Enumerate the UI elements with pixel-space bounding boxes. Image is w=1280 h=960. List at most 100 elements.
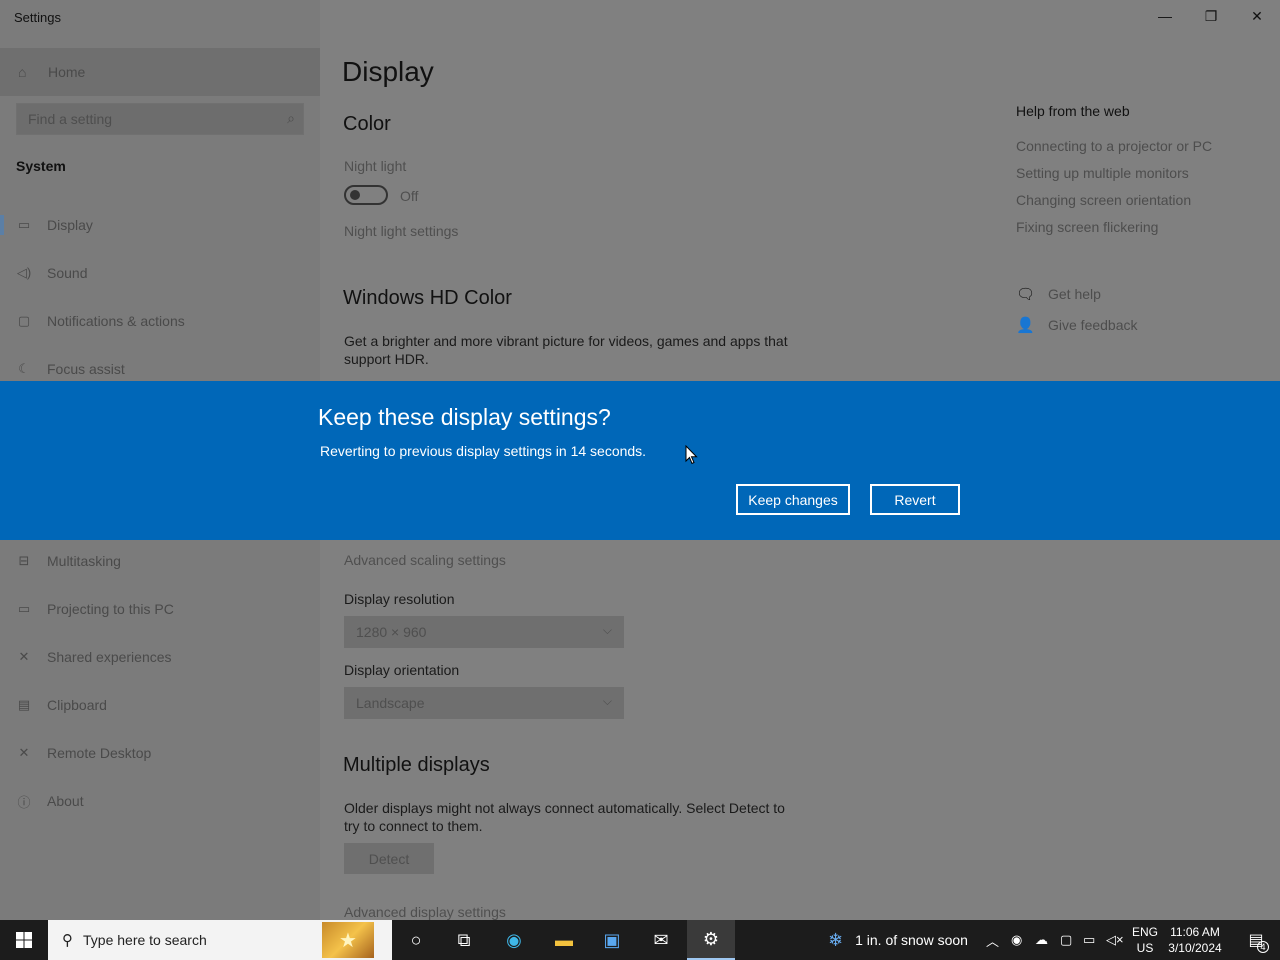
sidebar-item-shared-experiences[interactable]: ✕ Shared experiences bbox=[0, 637, 320, 677]
remote-desktop-icon: ✕ bbox=[18, 745, 30, 760]
sidebar-item-label: Projecting to this PC bbox=[47, 601, 174, 617]
orientation-value: Landscape bbox=[356, 695, 425, 711]
dialog-message: Reverting to previous display settings i… bbox=[320, 443, 647, 459]
sidebar-item-label: Clipboard bbox=[47, 697, 107, 713]
search-icon: ⚲ bbox=[62, 932, 73, 949]
restore-icon[interactable]: ❐ bbox=[1188, 0, 1234, 32]
feedback-icon: 👤 bbox=[1016, 317, 1035, 334]
search-icon: ⌕ bbox=[287, 110, 295, 126]
settings-gear-icon[interactable]: ⚙ bbox=[687, 920, 735, 960]
hdr-description-line-2: support HDR. bbox=[344, 351, 429, 367]
show-hidden-icons-chevron-icon[interactable]: ︿ bbox=[986, 920, 999, 960]
taskbar-search-placeholder: Type here to search bbox=[83, 932, 207, 948]
night-light-toggle[interactable] bbox=[344, 185, 388, 205]
sidebar-item-label: Display bbox=[47, 217, 93, 233]
find-setting-placeholder: Find a setting bbox=[28, 111, 113, 127]
keep-display-settings-dialog: Keep these display settings? Reverting t… bbox=[0, 381, 1280, 540]
minimize-icon[interactable]: — bbox=[1142, 0, 1188, 32]
window-controls: — ❐ ✕ bbox=[1142, 0, 1280, 32]
start-button[interactable] bbox=[0, 920, 48, 960]
orientation-label: Display orientation bbox=[344, 662, 460, 678]
keep-changes-button[interactable]: Keep changes bbox=[736, 484, 850, 515]
clock-date: 3/10/2024 bbox=[1168, 941, 1222, 955]
record-icon[interactable]: ◉ bbox=[1011, 920, 1022, 960]
sidebar-item-label: Shared experiences bbox=[47, 649, 172, 665]
sidebar-home[interactable]: ⌂ Home bbox=[0, 48, 320, 96]
close-icon[interactable]: ✕ bbox=[1234, 0, 1280, 32]
dialog-title: Keep these display settings? bbox=[318, 404, 611, 430]
meet-now-icon[interactable]: ▢ bbox=[1060, 920, 1072, 960]
edge-browser-icon[interactable]: ◉ bbox=[490, 920, 538, 960]
monitor-icon: ▭ bbox=[17, 217, 31, 232]
resolution-label: Display resolution bbox=[344, 591, 455, 607]
section-system: System bbox=[16, 158, 66, 174]
onedrive-off-icon[interactable]: ☁ bbox=[1035, 920, 1048, 960]
mouse-cursor-icon bbox=[685, 445, 698, 465]
multiple-displays-heading: Multiple displays bbox=[343, 754, 490, 776]
sidebar-item-notifications[interactable]: ▢ Notifications & actions bbox=[0, 301, 320, 341]
sidebar-item-multitasking[interactable]: ⊟ Multitasking bbox=[0, 541, 320, 581]
sidebar-item-label: Multitasking bbox=[47, 553, 121, 569]
help-title: Help from the web bbox=[1016, 103, 1130, 119]
page-title: Display bbox=[342, 56, 434, 87]
sidebar-item-about[interactable]: ⓘ About bbox=[0, 781, 320, 821]
taskbar-search-box[interactable]: ⚲ Type here to search ★ bbox=[48, 920, 392, 960]
home-label: Home bbox=[48, 64, 86, 80]
give-feedback-link[interactable]: Give feedback bbox=[1048, 317, 1138, 333]
search-highlight-image[interactable]: ★ bbox=[322, 922, 374, 958]
sidebar-item-label: Notifications & actions bbox=[47, 313, 185, 329]
moon-icon: ☾ bbox=[18, 361, 30, 376]
microsoft-store-icon[interactable]: ▣ bbox=[588, 920, 636, 960]
night-light-label: Night light bbox=[344, 158, 407, 174]
sidebar-item-projecting[interactable]: ▭ Projecting to this PC bbox=[0, 589, 320, 629]
cortana-icon[interactable]: ○ bbox=[392, 920, 440, 960]
multitasking-icon: ⊟ bbox=[18, 553, 30, 568]
resolution-select[interactable]: 1280 × 960 ⌵ bbox=[344, 616, 624, 648]
sidebar-item-sound[interactable]: ◁) Sound bbox=[0, 253, 320, 293]
projector-icon: ▭ bbox=[17, 601, 31, 616]
sidebar-item-label: Remote Desktop bbox=[47, 745, 152, 761]
windows-logo-icon bbox=[16, 932, 32, 948]
sidebar-item-label: Sound bbox=[47, 265, 88, 281]
advanced-display-link[interactable]: Advanced display settings bbox=[344, 904, 506, 920]
sidebar-item-clipboard[interactable]: ▤ Clipboard bbox=[0, 685, 320, 725]
clipboard-icon: ▤ bbox=[17, 697, 31, 712]
window-title: Settings bbox=[14, 10, 61, 25]
detect-button[interactable]: Detect bbox=[344, 843, 434, 874]
task-view-icon[interactable]: ⧉ bbox=[440, 920, 488, 960]
get-help-link[interactable]: Get help bbox=[1048, 286, 1101, 302]
hdr-description-line-1: Get a brighter and more vibrant picture … bbox=[344, 333, 788, 349]
night-light-state: Off bbox=[400, 188, 419, 204]
revert-button[interactable]: Revert bbox=[870, 484, 960, 515]
night-light-settings-link[interactable]: Night light settings bbox=[344, 223, 458, 239]
find-setting-input[interactable]: Find a setting ⌕ bbox=[16, 103, 304, 135]
speaker-icon: ◁) bbox=[16, 265, 32, 280]
network-icon[interactable]: ▭ bbox=[1083, 920, 1095, 960]
resolution-value: 1280 × 960 bbox=[356, 624, 427, 640]
sidebar-item-remote-desktop[interactable]: ✕ Remote Desktop bbox=[0, 733, 320, 773]
taskbar: ⚲ Type here to search ★ ○ ⧉ ◉ ▬ ▣ ✉ ⚙ ❄ … bbox=[0, 920, 1280, 960]
orientation-select[interactable]: Landscape ⌵ bbox=[344, 687, 624, 719]
mail-icon[interactable]: ✉ bbox=[637, 920, 685, 960]
volume-muted-icon[interactable]: ◁× bbox=[1106, 920, 1124, 960]
action-center-button[interactable]: ▤ 4 bbox=[1236, 920, 1276, 960]
weather-widget[interactable]: ❄ 1 in. of snow soon bbox=[828, 920, 968, 960]
help-link-multiple-monitors[interactable]: Setting up multiple monitors bbox=[1016, 165, 1189, 181]
help-link-projector[interactable]: Connecting to a projector or PC bbox=[1016, 138, 1212, 154]
help-link-flickering[interactable]: Fixing screen flickering bbox=[1016, 219, 1158, 235]
multiple-displays-description-line-2: try to connect to them. bbox=[344, 818, 483, 834]
get-help-icon: 🗨 bbox=[1016, 286, 1036, 303]
file-explorer-icon[interactable]: ▬ bbox=[540, 920, 588, 960]
help-link-orientation[interactable]: Changing screen orientation bbox=[1016, 192, 1191, 208]
advanced-scaling-link[interactable]: Advanced scaling settings bbox=[344, 552, 506, 568]
chevron-down-icon: ⌵ bbox=[602, 623, 612, 637]
weather-text: 1 in. of snow soon bbox=[855, 932, 968, 948]
sidebar-item-label: Focus assist bbox=[47, 361, 125, 377]
system-clock[interactable]: 11:06 AM 3/10/2024 bbox=[1166, 924, 1224, 956]
chevron-down-icon: ⌵ bbox=[602, 694, 612, 708]
input-language-indicator[interactable]: ENG US bbox=[1132, 924, 1158, 956]
sidebar-item-label: About bbox=[47, 793, 84, 809]
notification-icon: ▢ bbox=[17, 313, 31, 328]
sidebar-item-display[interactable]: ▭ Display bbox=[0, 205, 320, 245]
keyboard-layout: US bbox=[1136, 941, 1154, 955]
